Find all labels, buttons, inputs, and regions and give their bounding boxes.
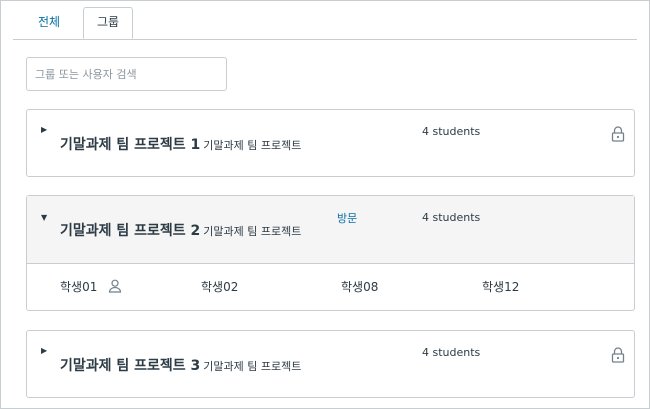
user-icon [108, 279, 122, 293]
group-title: 기말과제 팀 프로젝트 1 기말과제 팀 프로젝트 [60, 134, 301, 154]
member-count: 4 students [422, 211, 481, 224]
tab-groups[interactable]: 그룹 [83, 7, 133, 39]
groups-page: 전체 그룹 ▶ 기말과제 팀 프로젝트 1기말과제 팀 프로젝트 4 stude… [0, 0, 650, 409]
member-item[interactable]: 학생01 [60, 278, 97, 295]
member-count: 4 students [422, 346, 481, 359]
caret-down-icon[interactable]: ▼ [41, 213, 47, 223]
group-header[interactable]: ▶ 기말과제 팀 프로젝트 3 기말과제 팀 프로젝트 4 students [27, 331, 634, 397]
member-count: 4 students [422, 125, 481, 138]
member-item[interactable]: 학생02 [201, 278, 238, 295]
group-card: ▼ 기말과제 팀 프로젝트 2 기말과제 팀 프로젝트 방문 4 students… [26, 195, 635, 311]
tab-bar: 전체 그룹 [13, 7, 637, 40]
caret-right-icon[interactable]: ▶ [41, 346, 47, 356]
member-list: 학생01 학생02 학생08 학생12 [27, 264, 634, 310]
group-category: 기말과제 팀 프로젝트 [203, 225, 302, 238]
lock-icon [611, 347, 625, 363]
group-name: 기말과제 팀 프로젝트 3 [60, 358, 201, 374]
group-category: 기말과제 팀 프로젝트 [203, 139, 302, 152]
tab-all[interactable]: 전체 [27, 7, 71, 38]
member-item[interactable]: 학생12 [482, 278, 519, 295]
group-card: ▶ 기말과제 팀 프로젝트 3 기말과제 팀 프로젝트 4 students [26, 330, 635, 398]
visit-group-link[interactable]: 방문 [337, 210, 357, 226]
group-header[interactable]: ▼ 기말과제 팀 프로젝트 2 기말과제 팀 프로젝트 방문 4 students [27, 196, 634, 264]
group-name: 기말과제 팀 프로젝트 1 [60, 137, 201, 153]
group-card: ▶ 기말과제 팀 프로젝트 1 기말과제 팀 프로젝트 4 students [26, 109, 635, 177]
group-name: 기말과제 팀 프로젝트 2 [60, 223, 201, 239]
group-title: 기말과제 팀 프로젝트 3 기말과제 팀 프로젝트 [60, 355, 301, 375]
lock-icon [611, 126, 625, 142]
group-search-input[interactable] [26, 57, 227, 91]
group-header[interactable]: ▶ 기말과제 팀 프로젝트 1 기말과제 팀 프로젝트 4 students [27, 110, 634, 176]
caret-right-icon[interactable]: ▶ [41, 125, 47, 135]
group-title: 기말과제 팀 프로젝트 2 기말과제 팀 프로젝트 [60, 220, 301, 240]
group-category: 기말과제 팀 프로젝트 [203, 360, 302, 373]
member-item[interactable]: 학생08 [341, 278, 378, 295]
